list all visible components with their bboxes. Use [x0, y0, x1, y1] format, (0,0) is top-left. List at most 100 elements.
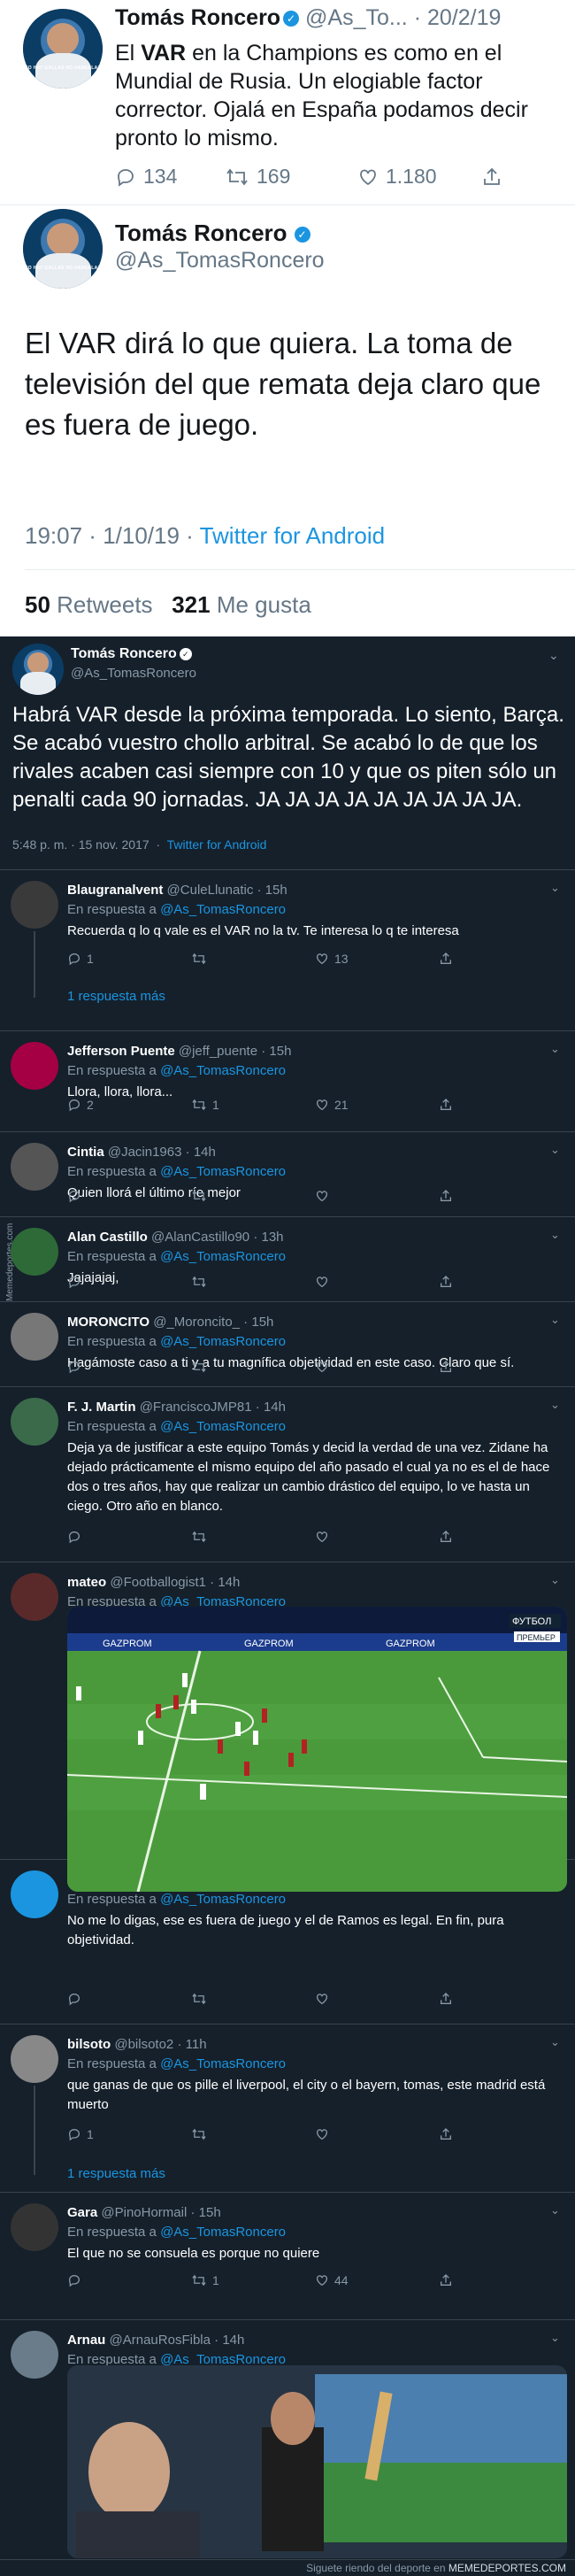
reply-tweet[interactable]: Blaugranalvent @CuleLlunatic · 15h En re… — [0, 869, 575, 1030]
avatar[interactable] — [11, 2331, 58, 2379]
handle[interactable]: @ArnauRosFibla — [110, 2333, 211, 2348]
reply-target-link[interactable]: @As_TomasRoncero — [160, 902, 286, 917]
display-name[interactable]: Jefferson Puente — [67, 1044, 175, 1059]
retweet-button[interactable]: 1 — [191, 2273, 315, 2287]
reply-time[interactable]: 13h — [262, 1230, 284, 1245]
media-image-pitch[interactable]: GAZPROM GAZPROM GAZPROM ФУТБОЛ ПРЕМЬЕР — [67, 1607, 567, 1892]
reply-time[interactable]: 15h — [199, 2205, 221, 2220]
reply-target-link[interactable]: @As_TomasRoncero — [160, 2056, 286, 2071]
reply-tweet[interactable]: Cintia @Jacin1963 · 14h En respuesta a @… — [0, 1131, 575, 1216]
handle[interactable]: @bilsoto2 — [114, 2037, 173, 2052]
reply-button[interactable] — [67, 1275, 191, 1289]
reply-time[interactable]: 14h — [222, 2333, 244, 2348]
handle[interactable]: @As_TomasRoncero — [71, 666, 196, 681]
share-button[interactable] — [439, 1189, 563, 1203]
chevron-down-icon[interactable]: ⌄ — [550, 1398, 560, 1412]
like-button[interactable] — [315, 2127, 439, 2141]
share-button[interactable] — [439, 1530, 563, 1544]
handle[interactable]: @Jacin1963 — [108, 1145, 182, 1160]
reply-button[interactable] — [67, 1360, 191, 1374]
display-name[interactable]: MORONCITO — [67, 1315, 150, 1330]
handle[interactable]: @CuleLlunatic — [167, 883, 254, 898]
reply-button[interactable]: 1 — [67, 952, 191, 966]
tweet-date[interactable]: 1/10/19 — [103, 522, 180, 549]
avatar[interactable] — [11, 2203, 58, 2251]
display-name[interactable]: Arnau — [67, 2333, 105, 2348]
reply-button[interactable] — [67, 1530, 191, 1544]
share-button[interactable] — [439, 952, 563, 966]
display-name[interactable]: Gara — [67, 2205, 97, 2220]
chevron-down-icon[interactable]: ⌄ — [550, 2331, 560, 2345]
like-button[interactable]: 1.180 — [357, 165, 481, 189]
share-button[interactable] — [439, 1992, 563, 2006]
avatar[interactable] — [11, 2035, 58, 2083]
reply-target-link[interactable]: @As_TomasRoncero — [160, 1419, 286, 1434]
retweet-button[interactable] — [191, 2127, 315, 2141]
reply-button[interactable]: 2 — [67, 1098, 191, 1112]
reply-button[interactable] — [67, 2273, 191, 2287]
retweet-button[interactable] — [191, 1275, 315, 1289]
avatar[interactable] — [11, 1228, 58, 1276]
retweet-button[interactable]: 169 — [225, 165, 357, 189]
reply-button[interactable] — [67, 1189, 191, 1203]
retweet-button[interactable] — [191, 1992, 315, 2006]
like-button[interactable]: 21 — [315, 1098, 439, 1112]
like-button[interactable] — [315, 1275, 439, 1289]
share-button[interactable] — [439, 2273, 563, 2287]
chevron-down-icon[interactable]: ⌄ — [550, 2035, 560, 2049]
reply-time[interactable]: 15h — [265, 883, 288, 898]
display-name[interactable]: Tomás Roncero ✓ — [115, 220, 310, 247]
share-button[interactable] — [481, 166, 502, 188]
tweet-time[interactable]: 19:07 — [25, 522, 82, 549]
reply-button[interactable]: 1 — [67, 2127, 191, 2141]
chevron-down-icon[interactable]: ⌄ — [550, 1143, 560, 1157]
chevron-down-icon[interactable]: ⌄ — [550, 2203, 560, 2217]
like-button[interactable] — [315, 1360, 439, 1374]
reply-target-link[interactable]: @As_TomasRoncero — [160, 2225, 286, 2240]
chevron-down-icon[interactable]: ⌄ — [550, 1228, 560, 1242]
tweet-time[interactable]: 5:48 p. m. — [12, 837, 67, 852]
avatar[interactable] — [11, 1313, 58, 1361]
reply-time[interactable]: 15h — [269, 1044, 291, 1059]
tweet-source-link[interactable]: Twitter for Android — [167, 837, 267, 852]
retweet-button[interactable] — [191, 1189, 315, 1203]
handle[interactable]: @jeff_puente — [179, 1044, 257, 1059]
reply-time[interactable]: 14h — [264, 1400, 286, 1415]
retweet-button[interactable] — [191, 1360, 315, 1374]
like-button[interactable] — [315, 1530, 439, 1544]
chevron-down-icon[interactable]: ⌄ — [548, 648, 559, 663]
avatar[interactable] — [12, 644, 64, 695]
retweets-stat[interactable]: 50 Retweets — [25, 591, 153, 618]
chevron-down-icon[interactable]: ⌄ — [550, 1042, 560, 1056]
reply-target-link[interactable]: @As_TomasRoncero — [160, 1164, 286, 1179]
like-button[interactable] — [315, 1189, 439, 1203]
share-button[interactable] — [439, 1275, 563, 1289]
avatar[interactable] — [11, 1042, 58, 1090]
reply-time[interactable]: 14h — [194, 1145, 216, 1160]
avatar[interactable] — [11, 1870, 58, 1918]
tweet-source-link[interactable]: Twitter for Android — [200, 522, 386, 549]
likes-stat[interactable]: 321 Me gusta — [172, 591, 311, 618]
tweet-date[interactable]: 15 nov. 2017 — [79, 837, 150, 852]
display-name[interactable]: Alan Castillo — [67, 1230, 148, 1245]
avatar[interactable]: NO HAY GALLAS NO HABERLAS — [23, 9, 103, 89]
share-button[interactable] — [439, 2127, 563, 2141]
display-name[interactable]: Tomás Roncero — [115, 5, 280, 30]
show-more-replies-link[interactable]: 1 respuesta más — [67, 2166, 165, 2181]
like-button[interactable]: 44 — [315, 2273, 439, 2287]
chevron-down-icon[interactable]: ⌄ — [550, 881, 560, 895]
avatar[interactable] — [11, 1573, 58, 1621]
reply-time[interactable]: 14h — [218, 1575, 240, 1590]
display-name[interactable]: Blaugranalvent — [67, 883, 163, 898]
avatar[interactable]: NO HAY GALLAS NO HABERLAS — [23, 209, 103, 289]
tweet-date[interactable]: 20/2/19 — [427, 5, 501, 30]
avatar[interactable] — [11, 881, 58, 929]
like-button[interactable]: 13 — [315, 952, 439, 966]
avatar[interactable] — [11, 1143, 58, 1191]
handle[interactable]: @_Moroncito_ — [153, 1315, 240, 1330]
reply-target-link[interactable]: @As_TomasRoncero — [160, 1892, 286, 1907]
handle[interactable]: @PinoHormail — [101, 2205, 187, 2220]
media-image-tv-studio[interactable] — [67, 2365, 567, 2558]
avatar[interactable] — [11, 1398, 58, 1446]
retweet-button[interactable]: 1 — [191, 1098, 315, 1112]
